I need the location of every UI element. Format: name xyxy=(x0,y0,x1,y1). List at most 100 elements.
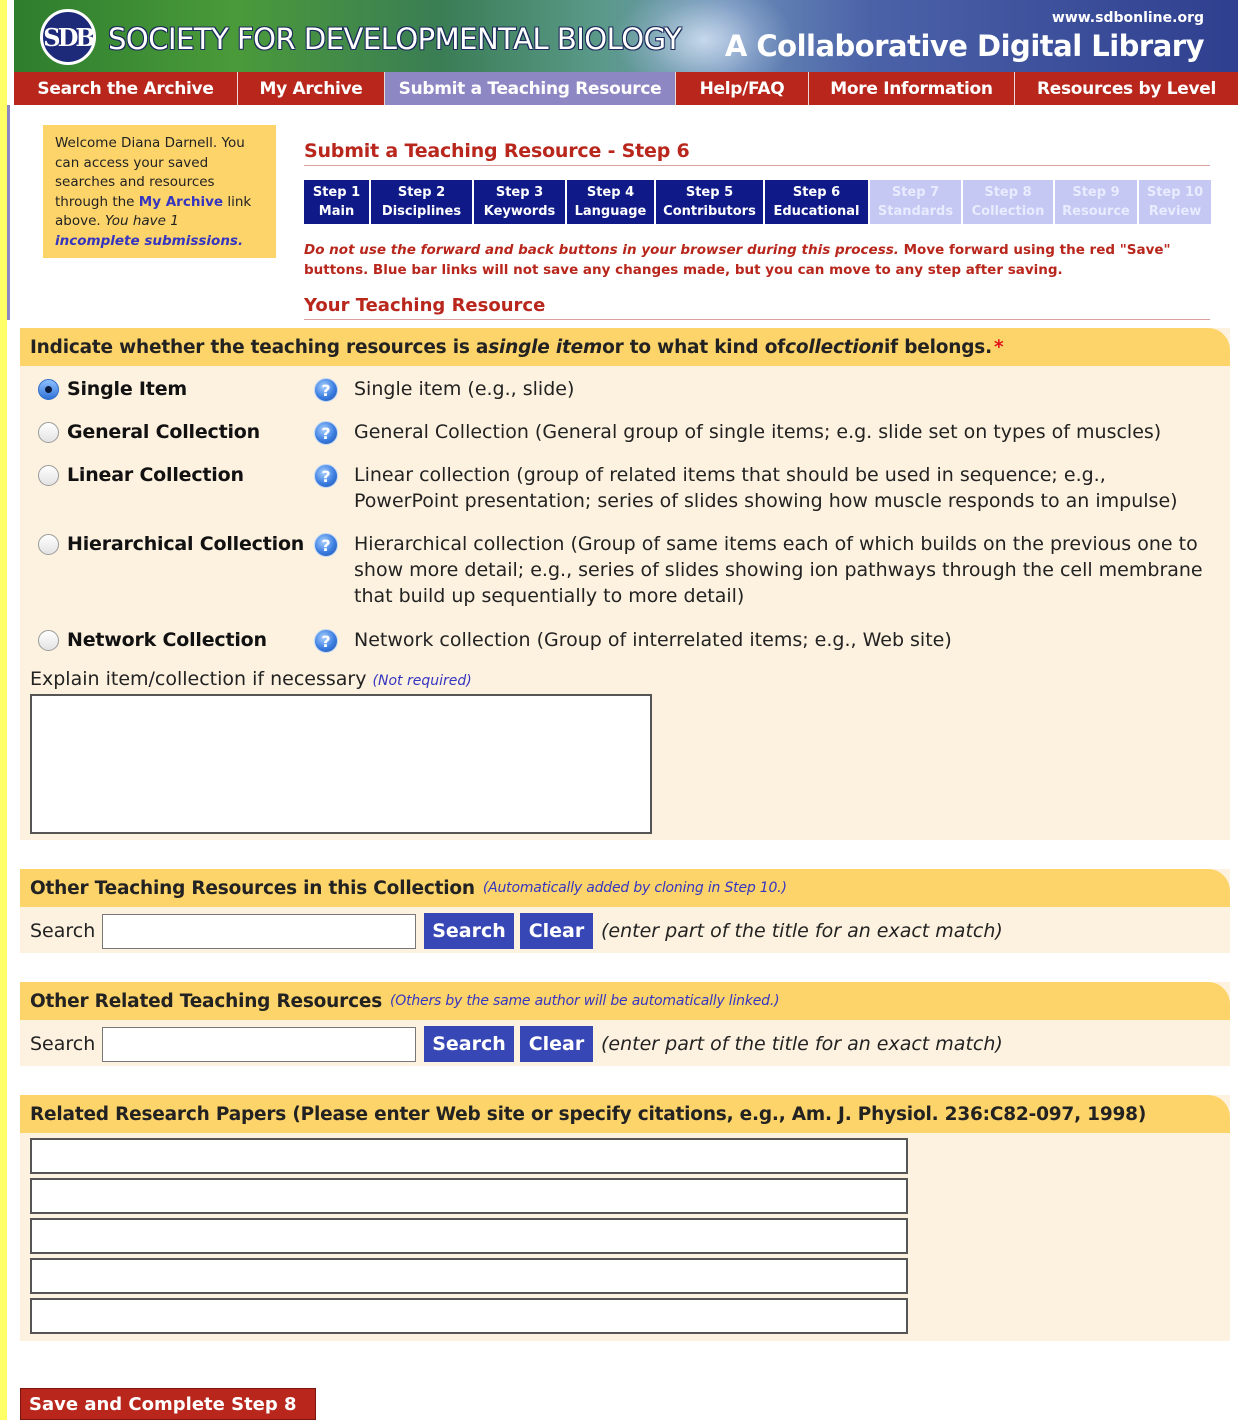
step-8-tab: Step 8 Collection xyxy=(963,180,1055,224)
title-divider xyxy=(304,165,1210,166)
step-2-tab[interactable]: Step 2 Disciplines xyxy=(371,180,474,224)
option-general-collection: General Collection ? General Collection … xyxy=(38,421,1214,445)
site-banner: SDB SOCIETY FOR DEVELOPMENTAL BIOLOGY ww… xyxy=(14,0,1238,72)
my-archive-link[interactable]: My Archive xyxy=(139,194,223,210)
radio-general-collection[interactable] xyxy=(38,422,59,443)
explain-label-text: Explain item/collection if necessary xyxy=(30,668,373,690)
step-number: Step 6 xyxy=(792,185,841,200)
radio-single-item[interactable] xyxy=(38,379,59,400)
step-name: Collection xyxy=(971,204,1045,219)
incomplete-count-text: You have 1 xyxy=(104,213,179,229)
heading-text: Indicate whether the teaching resources … xyxy=(30,336,489,358)
paper-input-2[interactable] xyxy=(30,1178,908,1214)
step-number: Step 1 xyxy=(312,185,361,200)
browser-warning: Do not use the forward and back buttons … xyxy=(304,240,1204,280)
option-label: Network Collection xyxy=(67,629,267,651)
left-accent-bar xyxy=(0,0,7,1420)
heading-text-2: or to what kind of xyxy=(602,336,786,358)
option-description: Linear collection (group of related item… xyxy=(354,464,1178,512)
research-papers-title: Related Research Papers (Please enter We… xyxy=(30,1103,1147,1125)
step-number: Step 9 xyxy=(1072,185,1120,200)
related-resources-section: Other Related Teaching Resources (Others … xyxy=(20,982,1230,1066)
step-5-tab[interactable]: Step 5 Contributors xyxy=(656,180,765,224)
step-number: Step 2 xyxy=(397,185,446,200)
search-label: Search xyxy=(30,1033,96,1055)
incomplete-submissions-link[interactable]: incomplete submissions. xyxy=(55,233,243,249)
page-title: Submit a Teaching Resource - Step 6 xyxy=(304,140,690,162)
step-1-tab[interactable]: Step 1 Main xyxy=(304,180,371,224)
sdb-logo-icon[interactable]: SDB xyxy=(40,9,96,65)
search-hint: (enter part of the title for an exact ma… xyxy=(601,1033,1003,1055)
heading-em-single: single item xyxy=(488,336,603,358)
related-search-button[interactable]: Search xyxy=(424,1026,514,1062)
step-4-tab[interactable]: Step 4 Language xyxy=(567,180,656,224)
in-collection-search-input[interactable] xyxy=(102,913,416,949)
society-name: SOCIETY FOR DEVELOPMENTAL BIOLOGY xyxy=(108,22,682,56)
explain-textarea[interactable] xyxy=(30,694,652,834)
option-linear-collection: Linear Collection ? Linear collection (g… xyxy=(38,464,1214,514)
step-3-tab[interactable]: Step 3 Keywords xyxy=(474,180,567,224)
research-papers-heading: Related Research Papers (Please enter We… xyxy=(20,1095,1230,1133)
in-collection-note: (Automatically added by cloning in Step … xyxy=(482,880,787,896)
step-number: Step 7 xyxy=(891,185,940,200)
option-network-collection: Network Collection ? Network collection … xyxy=(38,629,1214,653)
option-label: Linear Collection xyxy=(67,464,244,486)
option-label: General Collection xyxy=(67,421,260,443)
in-collection-clear-button[interactable]: Clear xyxy=(520,913,593,949)
help-icon[interactable]: ? xyxy=(314,629,338,653)
step-6-tab[interactable]: Step 6 Educational xyxy=(765,180,870,224)
paper-input-3[interactable] xyxy=(30,1218,908,1254)
related-resources-heading: Other Related Teaching Resources (Others … xyxy=(20,982,1230,1020)
nav-submit-resource[interactable]: Submit a Teaching Resource xyxy=(385,72,676,105)
research-papers-section: Related Research Papers (Please enter We… xyxy=(20,1095,1230,1341)
step-9-tab: Step 9 Resource xyxy=(1055,180,1139,224)
related-resources-title: Other Related Teaching Resources xyxy=(30,990,383,1012)
radio-linear-collection[interactable] xyxy=(38,465,59,486)
your-resource-title: Your Teaching Resource xyxy=(304,295,546,316)
help-icon[interactable]: ? xyxy=(314,464,338,488)
help-icon[interactable]: ? xyxy=(314,533,338,557)
step-number: Step 8 xyxy=(984,185,1032,200)
save-complete-button[interactable]: Save and Complete Step 8 xyxy=(20,1388,316,1420)
paper-input-1[interactable] xyxy=(30,1138,908,1174)
collection-type-heading: Indicate whether the teaching resources … xyxy=(20,328,1230,366)
step-name: Resource xyxy=(1062,204,1130,219)
site-tagline: A Collaborative Digital Library xyxy=(724,29,1205,63)
search-hint: (enter part of the title for an exact ma… xyxy=(601,920,1003,942)
step-number: Step 5 xyxy=(685,185,734,200)
related-resources-note: (Others by the same author will be autom… xyxy=(390,993,780,1009)
not-required-note: (Not required) xyxy=(372,673,472,689)
nav-more-information[interactable]: More Information xyxy=(809,72,1015,105)
search-label: Search xyxy=(30,920,96,942)
step-number: Step 3 xyxy=(495,185,544,200)
nav-my-archive[interactable]: My Archive xyxy=(238,72,385,105)
nav-help-faq[interactable]: Help/FAQ xyxy=(676,72,809,105)
step-bar: Step 1 Main Step 2 Disciplines Step 3 Keywo… xyxy=(304,180,1211,224)
paper-input-5[interactable] xyxy=(30,1298,908,1334)
explain-label: Explain item/collection if necessary (No… xyxy=(30,668,472,690)
nav-search-archive[interactable]: Search the Archive xyxy=(14,72,238,105)
option-single-item: Single Item ? Single item (e.g., slide) xyxy=(38,378,1214,402)
help-icon[interactable]: ? xyxy=(314,421,338,445)
help-icon[interactable]: ? xyxy=(314,378,338,402)
nav-resources-by-level[interactable]: Resources by Level xyxy=(1015,72,1238,105)
related-search-input[interactable] xyxy=(102,1026,416,1062)
option-hierarchical-collection: Hierarchical Collection ? Hierarchical c… xyxy=(38,533,1214,609)
site-url[interactable]: www.sdbonline.org xyxy=(1052,10,1204,26)
required-marker: * xyxy=(993,336,1004,358)
heading-em-collection: collection xyxy=(785,336,885,358)
welcome-box: Welcome Diana Darnell. You can access yo… xyxy=(43,125,276,258)
option-description: Single item (e.g., slide) xyxy=(354,378,575,400)
radio-hierarchical-collection[interactable] xyxy=(38,534,59,555)
step-number: Step 10 xyxy=(1146,185,1204,200)
radio-network-collection[interactable] xyxy=(38,630,59,651)
paper-input-4[interactable] xyxy=(30,1258,908,1294)
option-description: Hierarchical collection (Group of same i… xyxy=(354,533,1203,607)
step-name: Standards xyxy=(877,204,954,219)
step-name: Educational xyxy=(773,204,860,219)
step-name: Contributors xyxy=(663,204,756,219)
related-clear-button[interactable]: Clear xyxy=(520,1026,593,1062)
in-collection-heading: Other Teaching Resources in this Collect… xyxy=(20,869,1230,907)
step-7-tab: Step 7 Standards xyxy=(870,180,963,224)
in-collection-search-button[interactable]: Search xyxy=(424,913,514,949)
